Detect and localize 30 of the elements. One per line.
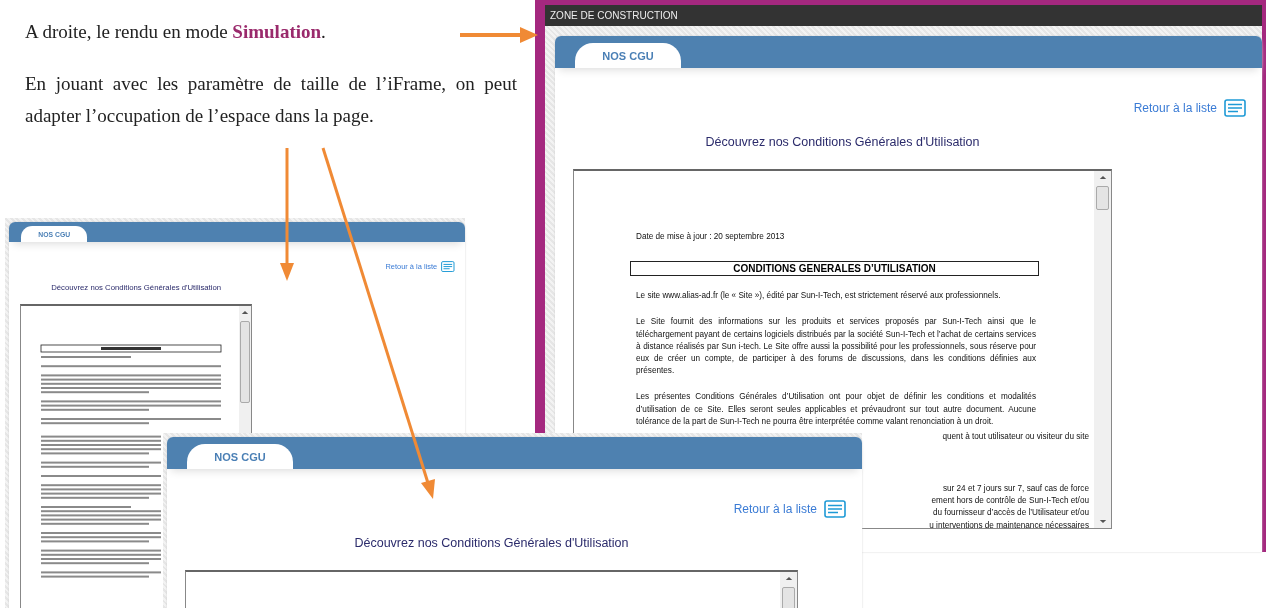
scroll-up-icon[interactable] <box>241 310 250 316</box>
body-paragraph: En jouant avec les paramètre de taille de l’iFrame, on peut adapter l’occupation de l’espace dans la page. <box>25 72 517 128</box>
back-link[interactable]: Retour à la liste <box>733 502 817 516</box>
scroll-up-icon[interactable] <box>1098 175 1107 180</box>
scroll-down-icon[interactable] <box>1098 519 1107 524</box>
page-heading: Découvrez nos Conditions Générales d'Utilisation <box>704 135 981 149</box>
tab[interactable]: NOS CGU <box>187 444 293 469</box>
text-fragment: du fournisseur d’accès de l’Utilisateur et/ou <box>931 507 1089 520</box>
list-icon[interactable] <box>824 500 846 518</box>
scrollbar[interactable] <box>1094 171 1111 528</box>
list-icon[interactable] <box>441 261 456 273</box>
update-date: Date de mise à jour : 20 septembre 2013 <box>636 231 786 243</box>
intro-text: A droite, le rendu en mode Simulation. <box>25 20 326 44</box>
page-heading: Découvrez nos Conditions Générales d'Utilisation <box>353 536 630 550</box>
document-paragraph: Le Site fournit des informations sur les produits et services proposés par Sun-I-Tech ainsi que le téléchargement payant de certains logiciels distribués par la société Sun-I-Tech et l’achat de certains services à distance réalisés par Sun i-tech. Le Site offre aussi la possibilité pour les professionnels, sous réserve pour eux de créer un compte, de participer à des forums de discussions, dans les conditions définies aux présentes. <box>636 316 1036 378</box>
document-paragraph: Les présentes Conditions Générales d’Utilisation ont pour objet de définir les conditions et modalités d’utilisation de ce Site. Elles seront seules applicables et prévaudront sur tout autre document. Aucune tolérance de la part de Sun-I-Tech ne pourra être interprétée comme valant renonciation à un droit. <box>636 391 1036 428</box>
zone-title: ZONE DE CONSTRUCTION <box>550 10 678 21</box>
text-fragment: quent à tout utilisateur ou visiteur du site <box>942 431 1089 443</box>
scroll-thumb[interactable] <box>1096 186 1109 210</box>
scroll-thumb[interactable] <box>782 587 795 608</box>
document-title: CONDITIONS GENERALES D’UTILISATION <box>630 261 1039 277</box>
text-fragment: ement hors de contrôle de Sun-I-Tech et/ou <box>930 495 1089 508</box>
text-fragment: sur 24 et 7 jours sur 7, sauf cas de force <box>941 483 1089 495</box>
scroll-thumb[interactable] <box>240 321 251 404</box>
text-fragment: u interventions de maintenance nécessaires <box>929 519 1089 528</box>
back-link[interactable]: Retour à la liste <box>1133 101 1217 115</box>
list-icon[interactable] <box>1224 99 1246 117</box>
tab[interactable]: NOS CGU <box>575 43 681 68</box>
document-paragraph: Le site www.alias-ad.fr (le « Site »), édité par Sun-I-Tech, est strictement réservé aux professionnels. <box>636 290 1002 303</box>
scroll-up-icon[interactable] <box>784 576 793 581</box>
